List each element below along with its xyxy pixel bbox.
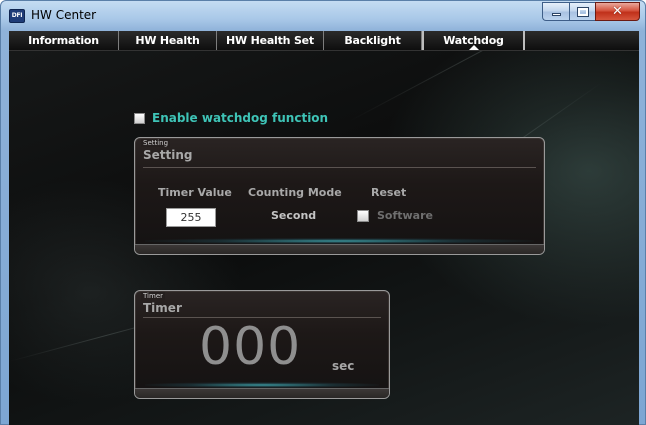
software-reset-label[interactable]: Software	[377, 209, 433, 222]
client-area: Information HW Health HW Health Set Back…	[9, 31, 639, 425]
tab-bar: Information HW Health HW Health Set Back…	[9, 31, 639, 51]
timer-value-input[interactable]: 255	[166, 208, 216, 227]
title-bar[interactable]: DFI HW Center ✕	[1, 1, 645, 31]
active-tab-indicator-icon	[468, 45, 479, 50]
tab-backlight[interactable]: Backlight	[324, 31, 422, 50]
divider	[143, 167, 536, 168]
maximize-icon	[576, 6, 589, 17]
enable-watchdog-label[interactable]: Enable watchdog function	[152, 111, 328, 125]
panel-footer	[135, 244, 544, 254]
app-logo-icon: DFI	[9, 9, 25, 23]
timer-panel: Timer Timer 000 sec	[134, 290, 390, 399]
counting-mode-value: Second	[271, 209, 317, 222]
enable-watchdog-checkbox[interactable]	[134, 112, 145, 124]
tab-information[interactable]: Information	[9, 31, 119, 50]
timer-unit-label: sec	[332, 359, 355, 373]
tab-hw-health[interactable]: HW Health	[119, 31, 217, 50]
window-title: HW Center	[31, 8, 97, 22]
setting-group-caption: Setting	[141, 139, 171, 147]
tab-hw-health-set[interactable]: HW Health Set	[217, 31, 324, 50]
setting-panel-title: Setting	[143, 148, 193, 162]
panel-footer	[135, 388, 389, 398]
software-reset-checkbox[interactable]	[357, 210, 369, 222]
setting-panel: Setting Setting Timer Value Counting Mod…	[134, 137, 545, 255]
enable-watchdog-row[interactable]: Enable watchdog function	[134, 111, 328, 125]
tab-label: HW Health Set	[226, 34, 314, 47]
minimize-icon	[551, 13, 561, 16]
tab-label: Backlight	[344, 34, 401, 47]
minimize-button[interactable]	[542, 2, 569, 21]
timer-panel-title: Timer	[143, 301, 182, 315]
timer-value-label: Timer Value	[158, 186, 232, 199]
counting-mode-label: Counting Mode	[248, 186, 342, 199]
close-icon: ✕	[612, 4, 623, 19]
app-window: DFI HW Center ✕ Information HW Health HW…	[0, 0, 646, 425]
maximize-button[interactable]	[569, 2, 595, 21]
tab-watchdog[interactable]: Watchdog	[422, 31, 525, 50]
timer-countdown-display: 000	[199, 317, 302, 377]
window-controls: ✕	[542, 2, 640, 22]
close-button[interactable]: ✕	[595, 2, 640, 21]
tab-label: HW Health	[135, 34, 200, 47]
tab-label: Information	[28, 34, 99, 47]
timer-group-caption: Timer	[141, 292, 166, 300]
reset-label: Reset	[371, 186, 407, 199]
